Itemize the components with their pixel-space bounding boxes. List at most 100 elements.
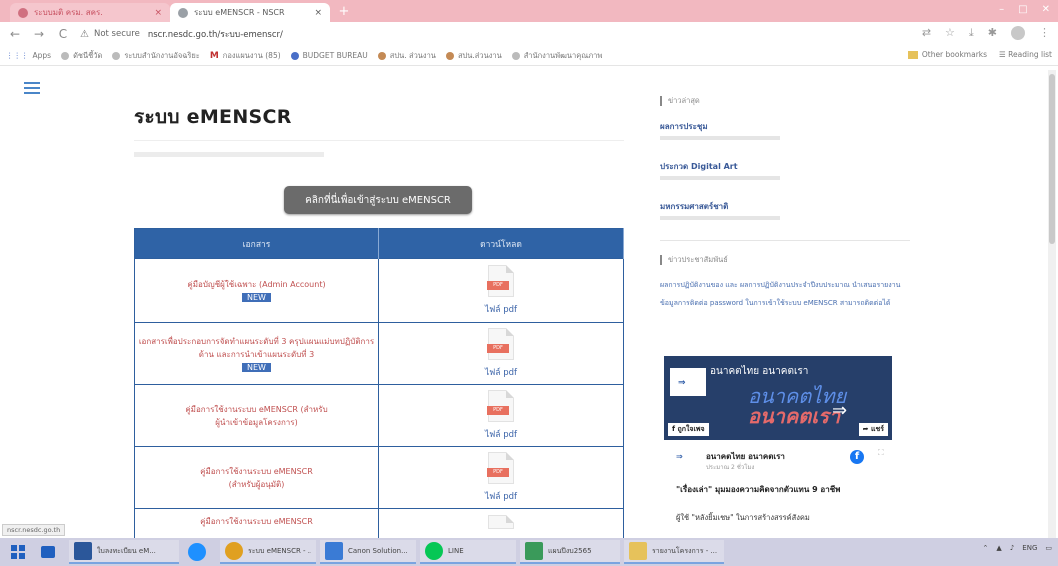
star-bookmark-icon[interactable]: ☆ — [945, 26, 955, 40]
bookmark-item[interactable]: ระบบสำนักงานอัจฉริยะ — [112, 50, 200, 62]
page-content: ระบบ eMENSCR คลิกที่นี่เพื่อเข้าสู่ระบบ … — [0, 66, 1058, 539]
tab-close-icon[interactable]: × — [154, 8, 162, 18]
download-cell: PDF ไฟล์ pdf — [378, 446, 624, 509]
sidebar-news-link[interactable]: ประกวด Digital Art — [660, 160, 910, 173]
sidebar-news-link[interactable]: ผลการประชุม — [660, 120, 910, 133]
pdf-download-link[interactable]: ไฟล์ pdf — [379, 365, 623, 379]
bookmark-label: ระบบสำนักงานอัจฉริยะ — [124, 50, 200, 60]
document-link[interactable]: คู่มือการใช้งานระบบ eMENSCR (สำหรับผู้นำ… — [182, 403, 332, 429]
taskbar-app-ie[interactable] — [183, 540, 216, 564]
bookmarks-right: Other bookmarks ☰ Reading list — [907, 50, 1052, 59]
sidebar-news-link[interactable]: มหกรรมศาสตร์ชาติ — [660, 200, 910, 213]
bookmark-item[interactable]: สปน.ส่วนงาน — [445, 50, 502, 62]
download-file-icon — [525, 542, 543, 560]
hamburger-menu-icon[interactable] — [24, 82, 40, 97]
taskbar-app-chrome[interactable]: ระบบ eMENSCR - ... — [220, 540, 316, 564]
new-tab-button[interactable]: + — [336, 4, 352, 20]
sidebar-notice[interactable]: ผลการปฏิบัติงานของ และ ผลการปฏิบัติงานปร… — [660, 279, 910, 291]
sidebar-divider — [660, 240, 910, 241]
folder-icon — [907, 51, 918, 59]
bookmark-label: BUDGET BUREAU — [302, 51, 368, 60]
scrollbar-thumb[interactable] — [1049, 74, 1055, 244]
like-label: ถูกใจเพจ — [677, 425, 705, 433]
new-badge: NEW — [242, 362, 271, 372]
profile-avatar[interactable] — [1011, 26, 1025, 40]
bookmark-label: ดัชนีชี้วัด — [73, 50, 103, 60]
pdf-file-icon[interactable]: PDF — [487, 390, 514, 422]
forward-button[interactable]: → — [30, 27, 48, 41]
facebook-page-banner[interactable]: ⇒ อนาคตไทย อนาคตเรา อนาคตไทย อนาคตเรา ⇒ … — [664, 356, 892, 440]
address-bar[interactable]: ⚠ Not secure nscr.nesdc.go.th/ระบบ-emens… — [80, 25, 900, 43]
pdf-file-icon[interactable]: PDF — [487, 452, 514, 484]
maximize-icon[interactable]: □ — [1018, 4, 1027, 15]
not-secure-label: Not secure — [93, 29, 140, 39]
taskbar-app-folder[interactable]: รายงานโครงการ - ... — [624, 540, 724, 564]
document-link[interactable]: คู่มือการใช้งานระบบ eMENSCR — [135, 515, 378, 528]
bookmark-item[interactable]: สำนักงานพัฒนาคุณภาพ — [511, 50, 602, 62]
enter-system-button[interactable]: คลิกที่นี่เพื่อเข้าสู่ระบบ eMENSCR — [284, 186, 472, 214]
sidebar-notice[interactable]: ข้อมูลการติดต่อ password ในการเข้าใช้ระบ… — [660, 297, 910, 309]
network-icon[interactable]: ▲ — [996, 544, 1001, 552]
more-icon[interactable]: ⛶ — [878, 448, 884, 458]
pdf-file-icon[interactable] — [488, 515, 514, 529]
orange-circle-icon — [377, 51, 386, 60]
pdf-download-link[interactable]: ไฟล์ pdf — [379, 427, 623, 441]
url-text[interactable]: nscr.nesdc.go.th/ระบบ-emenscr/ — [148, 27, 283, 41]
browser-tab-strip: ระบบมติ ครม. สคร. × ระบบ eMENSCR - NSCR … — [0, 0, 1058, 22]
chevron-up-icon[interactable]: ⌃ — [983, 544, 989, 552]
like-page-button[interactable]: f ถูกใจเพจ — [668, 423, 709, 436]
table-row: คู่มือการใช้งานระบบ eMENSCR (สำหรับผู้นำ… — [134, 384, 624, 447]
taskbar-app-canon[interactable]: Canon Solution... — [320, 540, 416, 564]
menu-kebab-icon[interactable]: ⋮ — [1039, 26, 1050, 40]
bookmark-item[interactable]: BUDGET BUREAU — [290, 51, 368, 60]
windows-taskbar: ใบลงทะเบียน eM... ระบบ eMENSCR - ... Can… — [0, 538, 1058, 566]
bookmark-item[interactable]: สปน. ส่วนงาน — [377, 50, 436, 62]
pdf-download-link[interactable]: ไฟล์ pdf — [379, 302, 623, 316]
other-bookmarks-label: Other bookmarks — [921, 50, 988, 59]
address-bar-row: ← → C ⚠ Not secure nscr.nesdc.go.th/ระบบ… — [0, 22, 1058, 46]
back-button[interactable]: ← — [6, 27, 24, 41]
reading-list[interactable]: ☰ Reading list — [999, 50, 1052, 59]
taskbar-app-word[interactable]: ใบลงทะเบียน eM... — [69, 540, 179, 564]
bookmark-item[interactable]: ดัชนีชี้วัด — [61, 50, 102, 62]
document-link[interactable]: เอกสารเพื่อประกอบการจัดทำแผนระดับที่ 3 ค… — [135, 335, 378, 361]
facebook-icon[interactable]: f — [850, 450, 864, 464]
pdf-download-link[interactable]: ไฟล์ pdf — [379, 489, 623, 503]
volume-icon[interactable]: ♪ — [1010, 544, 1014, 552]
bookmark-item[interactable]: M กองแผนงาน (85) — [210, 50, 281, 62]
window-controls: – □ ✕ — [999, 4, 1050, 15]
notification-icon[interactable]: ▭ — [1045, 544, 1052, 552]
fb-page-name[interactable]: อนาคตไทย อนาคตเรา — [710, 364, 808, 379]
taskbar-app-file[interactable]: แผนปีงบ2565 — [520, 540, 620, 564]
taskbar-app-line[interactable]: LINE — [420, 540, 516, 564]
document-link[interactable]: คู่มือการใช้งานระบบ eMENSCR (สำหรับผู้อน… — [192, 465, 322, 491]
taskbar-app-label: ระบบ eMENSCR - ... — [248, 546, 311, 555]
extensions-icon[interactable]: ✱ — [988, 26, 997, 40]
share-label: แชร์ — [870, 425, 884, 433]
browser-tab-2-active[interactable]: ระบบ eMENSCR - NSCR × — [170, 3, 330, 22]
document-link[interactable]: คู่มือบัญชีผู้ใช้เฉพาะ (Admin Account) — [135, 278, 378, 291]
status-url-bubble: nscr.nesdc.go.th — [2, 524, 66, 536]
breadcrumb — [134, 152, 324, 157]
reload-button[interactable]: C — [54, 27, 72, 41]
taskbar-app-label: Canon Solution... — [348, 547, 408, 555]
share-button[interactable]: ➦ แชร์ — [858, 423, 888, 436]
start-button[interactable] — [0, 538, 36, 566]
other-bookmarks[interactable]: Other bookmarks — [907, 50, 988, 59]
close-window-icon[interactable]: ✕ — [1042, 4, 1050, 15]
translate-icon[interactable]: ⇄ — [922, 26, 931, 40]
tab-close-icon[interactable]: × — [314, 8, 322, 18]
windows-logo-icon — [11, 545, 25, 559]
minimize-icon[interactable]: – — [999, 4, 1004, 15]
page-scrollbar[interactable] — [1048, 70, 1056, 540]
download-icon[interactable]: ⤓ — [969, 26, 974, 40]
task-view-button[interactable] — [36, 540, 65, 564]
pdf-file-icon[interactable]: PDF — [487, 265, 514, 297]
input-language[interactable]: ENG — [1022, 544, 1037, 552]
pdf-file-icon[interactable]: PDF — [487, 328, 514, 360]
document-cell: คู่มือการใช้งานระบบ eMENSCR (สำหรับผู้นำ… — [134, 384, 379, 447]
bookmarks-bar: ⋮⋮⋮ Apps ดัชนีชี้วัด ระบบสำนักงานอัจฉริยะ… — [0, 46, 1058, 66]
browser-tab-1[interactable]: ระบบมติ ครม. สคร. × — [10, 3, 170, 22]
bookmark-apps[interactable]: ⋮⋮⋮ Apps — [6, 51, 51, 60]
warning-icon[interactable]: ⚠ — [80, 29, 89, 40]
